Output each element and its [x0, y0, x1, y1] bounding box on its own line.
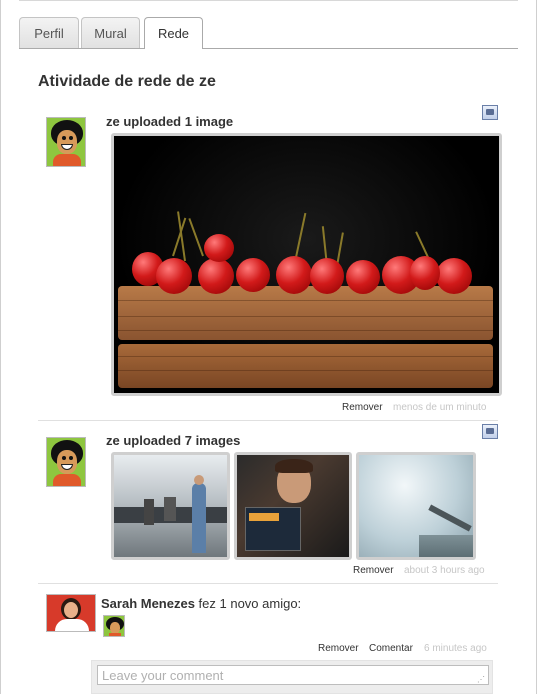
page-title: Atividade de rede de ze	[38, 73, 216, 90]
user-avatar-ze[interactable]	[46, 117, 86, 167]
activity-text: fez 1 novo amigo:	[194, 596, 302, 611]
frame-border-top	[19, 0, 518, 1]
uploaded-image-thumb-3[interactable]	[356, 452, 476, 560]
remove-link[interactable]: Remover	[353, 565, 394, 576]
user-name-link[interactable]: Sarah Menezes	[101, 596, 195, 611]
image-icon	[482, 105, 498, 120]
resize-grip-icon[interactable]: ⋰	[477, 675, 485, 684]
activity-divider	[38, 583, 498, 584]
timestamp: 6 minutes ago	[424, 643, 487, 654]
frame-border-left	[0, 0, 1, 694]
profile-tabs: Perfil Mural Rede	[19, 17, 518, 49]
tab-mural[interactable]: Mural	[81, 17, 140, 48]
image-icon	[482, 424, 498, 439]
comment-input[interactable]	[97, 665, 489, 685]
friend-avatar-ze[interactable]	[103, 615, 125, 637]
friend-activity-text: Sarah Menezes fez 1 novo amigo:	[101, 596, 301, 611]
uploaded-image-cherries[interactable]	[111, 133, 502, 396]
user-avatar-ze[interactable]	[46, 437, 86, 487]
comment-box: ⋰	[91, 660, 493, 694]
uploaded-image-thumb-1[interactable]	[111, 452, 230, 560]
uploaded-image-thumb-2[interactable]	[234, 452, 352, 560]
tab-perfil[interactable]: Perfil	[19, 17, 79, 48]
remove-link[interactable]: Remover	[342, 402, 383, 413]
activity-divider	[38, 420, 498, 421]
activity-title: ze uploaded 1 image	[106, 114, 234, 129]
comment-link[interactable]: Comentar	[369, 643, 413, 654]
timestamp: menos de um minuto	[393, 402, 487, 413]
tab-rede[interactable]: Rede	[144, 17, 203, 49]
activity-title: ze uploaded 7 images	[106, 433, 241, 448]
timestamp: about 3 hours ago	[404, 565, 485, 576]
user-avatar-sarah[interactable]	[46, 594, 96, 632]
remove-link[interactable]: Remover	[318, 643, 359, 654]
